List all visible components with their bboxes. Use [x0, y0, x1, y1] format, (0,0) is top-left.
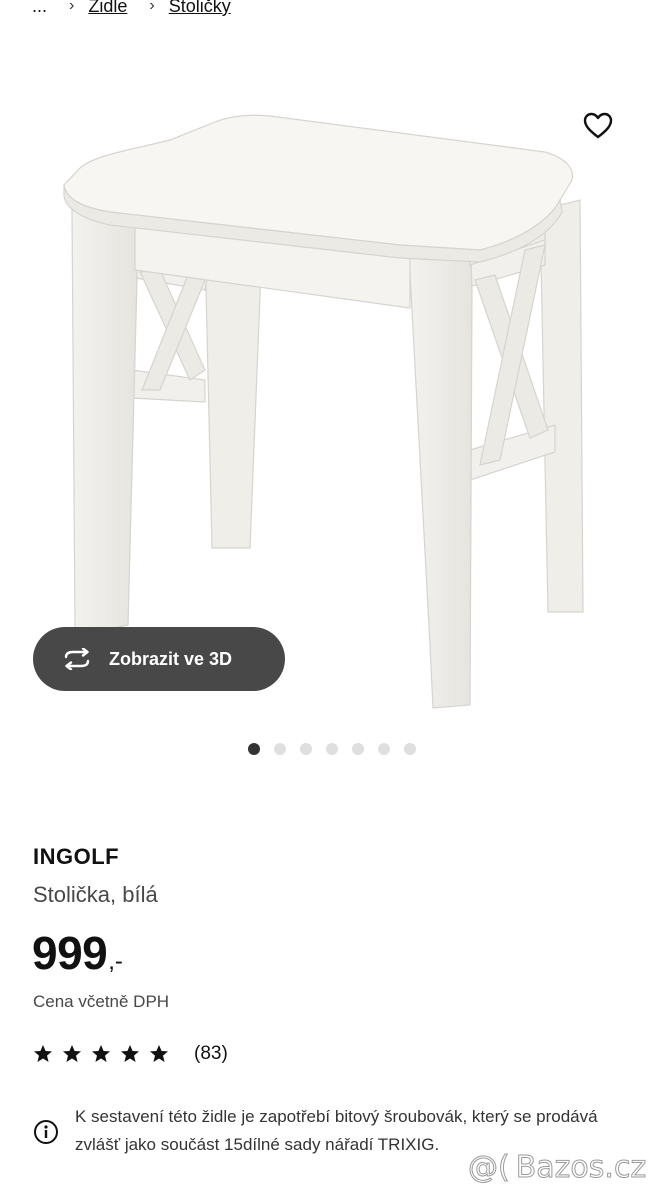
- view-in-3d-label: Zobrazit ve 3D: [109, 648, 233, 669]
- rating-count: (83): [194, 1043, 228, 1064]
- watermark-text: Bazos.cz: [515, 1150, 647, 1186]
- carousel-dot[interactable]: [300, 743, 312, 755]
- price-vat-note: Cena včetně DPH: [33, 992, 170, 1011]
- star-icon: [150, 1045, 168, 1062]
- favourite-button[interactable]: [568, 96, 628, 156]
- carousel-dot[interactable]: [326, 743, 338, 755]
- carousel-dot[interactable]: [352, 743, 364, 755]
- rotate-3d-icon: [60, 647, 94, 671]
- breadcrumb: ... › Židle › Stoličky: [32, 0, 231, 18]
- star-icon: [121, 1045, 139, 1062]
- carousel-dot[interactable]: [274, 743, 286, 755]
- carousel-dot[interactable]: [404, 743, 416, 755]
- heart-outline-icon: [583, 112, 613, 139]
- chevron-right-icon: ›: [69, 0, 75, 14]
- carousel-indicator: [248, 743, 430, 755]
- info-circle-icon: [34, 1120, 58, 1144]
- breadcrumb-item-stolicky[interactable]: Stoličky: [169, 0, 231, 17]
- bazos-watermark: @( Bazos.cz: [468, 1150, 647, 1186]
- watermark-logo-icon: @(: [468, 1150, 511, 1186]
- product-rating[interactable]: (83): [33, 1043, 228, 1065]
- carousel-dot[interactable]: [248, 743, 260, 755]
- price-suffix: ,-: [108, 948, 123, 975]
- star-icon: [92, 1045, 110, 1062]
- breadcrumb-item-zidle[interactable]: Židle: [88, 0, 127, 17]
- product-price: 999 ,-: [32, 926, 123, 980]
- carousel-dot[interactable]: [378, 743, 390, 755]
- product-description: Stolička, bílá: [33, 882, 158, 907]
- price-amount: 999: [32, 927, 108, 979]
- chevron-right-icon: ›: [149, 0, 155, 14]
- star-icon: [63, 1045, 81, 1062]
- product-name: INGOLF: [33, 844, 120, 869]
- star-icon: [34, 1045, 52, 1062]
- breadcrumb-ellipsis[interactable]: ...: [32, 0, 47, 17]
- view-in-3d-button[interactable]: Zobrazit ve 3D: [33, 627, 285, 691]
